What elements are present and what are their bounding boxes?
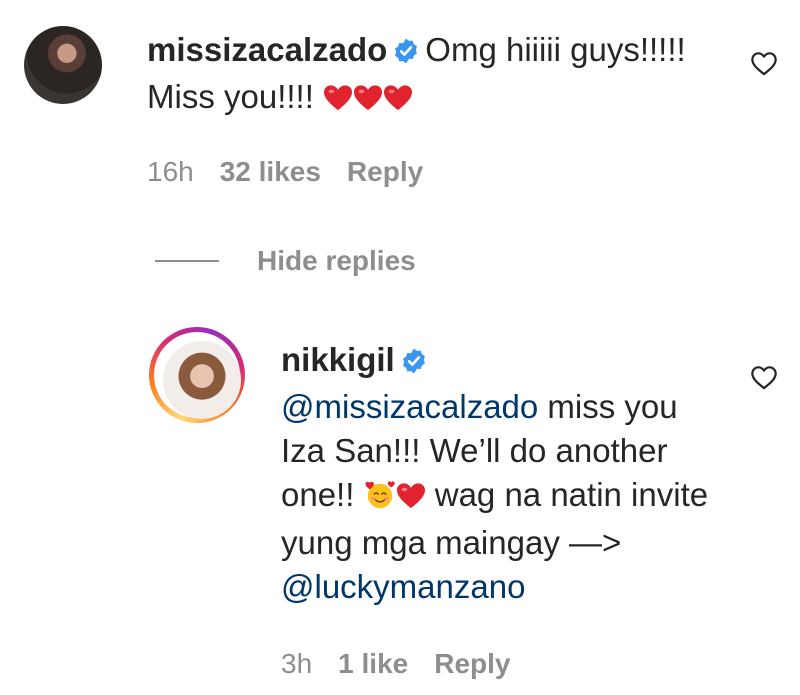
red-heart-emoji [396, 477, 426, 521]
reply-button[interactable]: Reply [434, 648, 510, 679]
timestamp[interactable]: 3h [281, 648, 312, 679]
timestamp[interactable]: 16h [147, 156, 194, 187]
like-heart-icon[interactable] [750, 364, 778, 390]
likes-count[interactable]: 1 like [338, 648, 408, 679]
comment-meta: 3h 1 like Reply [281, 648, 536, 680]
mention-link[interactable]: @missizacalzado [281, 388, 538, 425]
avatar[interactable] [163, 341, 241, 419]
avatar[interactable] [24, 26, 102, 104]
reply-button[interactable]: Reply [347, 156, 423, 187]
mention-link[interactable]: @luckymanzano [281, 568, 525, 605]
like-heart-icon[interactable] [750, 50, 778, 76]
comment-meta: 16h 32 likes Reply [147, 156, 449, 188]
story-ring[interactable] [149, 327, 245, 423]
verified-badge-icon [401, 341, 427, 385]
likes-count[interactable]: 32 likes [220, 156, 321, 187]
smiling-face-with-hearts-emoji [364, 477, 396, 521]
comment-body: missizacalzado Omg hiiiii guys!!!!! Miss … [147, 28, 707, 123]
username-link[interactable]: nikkigil [281, 341, 395, 378]
divider-line [155, 260, 219, 262]
comment-body: nikkigil @missizacalzado miss you Iza Sa… [281, 338, 721, 609]
username-link[interactable]: missizacalzado [147, 31, 387, 68]
verified-badge-icon [393, 31, 419, 75]
red-heart-emoji [383, 79, 413, 123]
hide-replies-toggle[interactable]: Hide replies [155, 245, 416, 277]
red-heart-emoji [353, 79, 383, 123]
hide-replies-label[interactable]: Hide replies [257, 245, 416, 277]
red-heart-emoji [323, 79, 353, 123]
